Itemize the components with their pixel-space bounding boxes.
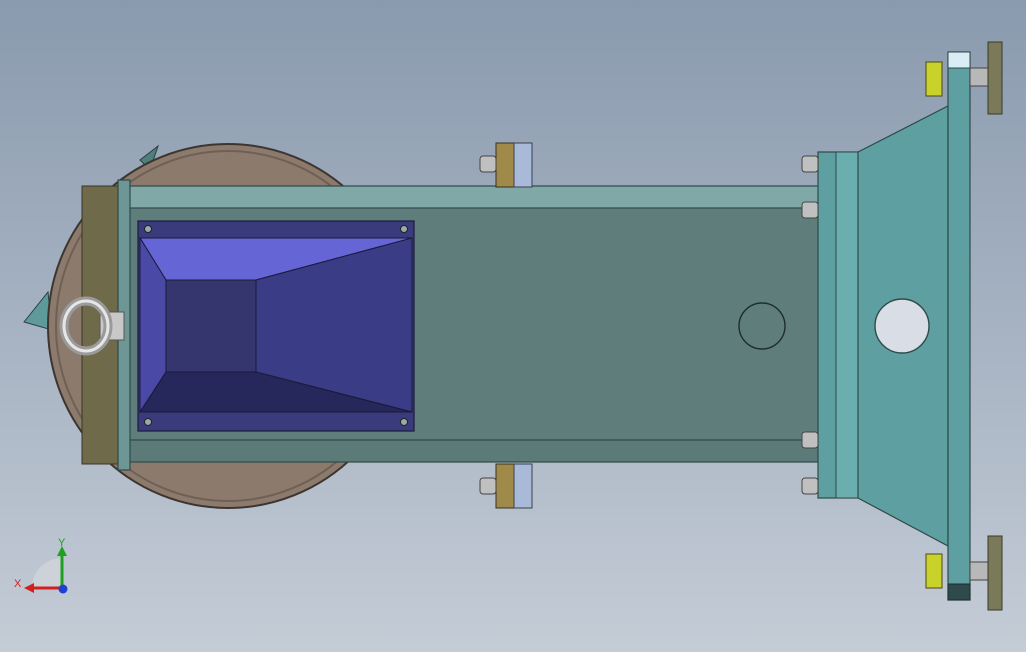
base-plate (947, 51, 971, 601)
frame-hole (738, 302, 786, 350)
hopper-screw-3 (144, 418, 152, 426)
triad-plane (32, 558, 62, 588)
triad-y-label: Y (58, 537, 66, 549)
hopper-screw-4 (400, 418, 408, 426)
frame-bottom-rail (123, 439, 825, 463)
bracket-bolt-4 (801, 477, 819, 495)
triad-z-axis (58, 584, 68, 594)
hopper-throat (165, 279, 257, 373)
foot-top-nut (925, 61, 943, 97)
bracket-bolt-3 (801, 431, 819, 449)
bracket-flange-inner (835, 151, 859, 499)
triad-x-arrow (24, 583, 34, 593)
clamp-top-bolt (479, 155, 497, 173)
bracket-hole (874, 298, 930, 354)
model-drawing[interactable]: Y X (0, 0, 1026, 652)
bracket-bolt-2 (801, 201, 819, 219)
foot-top-screw (969, 67, 991, 87)
frame-top-rail (123, 185, 825, 211)
orientation-triad[interactable]: Y X (14, 537, 68, 594)
clamp-top-block-light (513, 142, 533, 188)
foot-bottom-pad (987, 535, 1003, 611)
mount-bracket (801, 51, 971, 601)
triad-x-label: X (14, 578, 22, 590)
foot-top-pad (987, 41, 1003, 115)
base-plate-bottom-edge (947, 583, 971, 601)
clamp-top-block (495, 142, 515, 188)
base-plate-top-edge (947, 51, 971, 69)
hopper-screw-1 (144, 225, 152, 233)
hopper-screw-2 (400, 225, 408, 233)
clamp-bottom-block (495, 463, 515, 509)
foot-bottom-screw (969, 561, 991, 581)
cad-viewport[interactable]: Y X (0, 0, 1026, 652)
foot-bottom-nut (925, 553, 943, 589)
bracket-bolt-1 (801, 155, 819, 173)
hopper (137, 220, 415, 432)
clamp-bottom-bolt (479, 477, 497, 495)
clamp-bottom-block-light (513, 463, 533, 509)
